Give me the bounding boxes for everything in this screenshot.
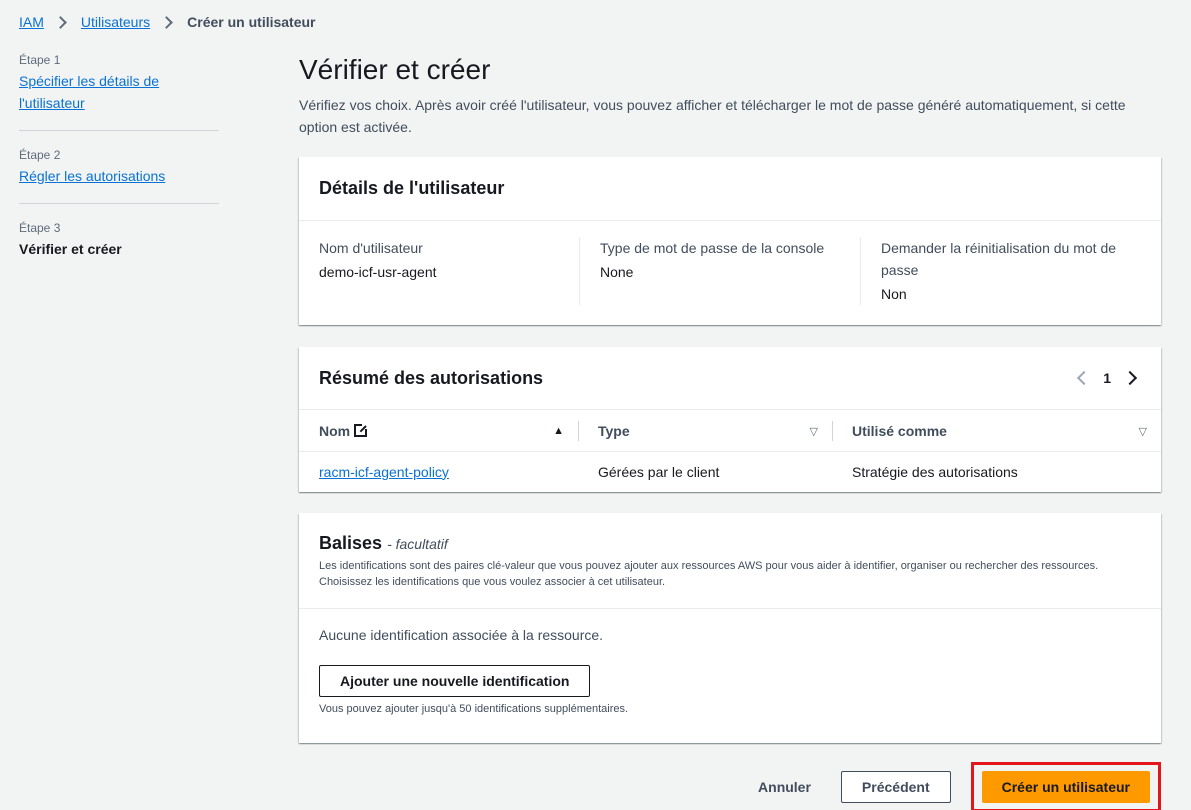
- optional-label: - facultatif: [387, 536, 448, 552]
- cell-used-as: Stratégie des autorisations: [852, 463, 1018, 480]
- column-header-name[interactable]: Nom ▲: [299, 409, 578, 452]
- sort-ascending-icon[interactable]: ▲: [553, 425, 564, 437]
- step-3-current: Vérifier et créer: [19, 241, 122, 257]
- step-2-link[interactable]: Régler les autorisations: [19, 165, 219, 187]
- permissions-table: Nom ▲ Type ▽ Utilisé comme ▽ racm-icf-ag…: [299, 409, 1161, 492]
- field-label: Type de mot de passe de la console: [600, 240, 825, 256]
- sort-icon[interactable]: ▽: [810, 425, 818, 438]
- panel-title: Résumé des autorisations: [319, 367, 544, 388]
- column-header-type[interactable]: Type ▽: [578, 409, 832, 452]
- chevron-right-icon[interactable]: [1122, 370, 1138, 386]
- panel-title: Détails de l'utilisateur: [299, 157, 1161, 221]
- page-title: Vérifier et créer: [299, 54, 491, 85]
- step-number: Étape 2: [19, 148, 61, 162]
- cancel-button[interactable]: Annuler: [748, 779, 821, 795]
- column-header-used-as[interactable]: Utilisé comme ▽: [832, 409, 1161, 452]
- breadcrumb-users[interactable]: Utilisateurs: [81, 14, 150, 30]
- table-row: racm-icf-agent-policy Gérées par le clie…: [299, 452, 1161, 492]
- step-2: Étape 2 Régler les autorisations: [19, 145, 219, 204]
- panel-title: Balises: [319, 533, 383, 553]
- column-label: Type: [598, 422, 630, 439]
- user-details-panel: Détails de l'utilisateur Nom d'utilisate…: [299, 157, 1161, 325]
- detail-password-reset: Demander la réinitialisation du mot de p…: [860, 237, 1141, 305]
- field-value: None: [600, 264, 634, 280]
- pagination: 1: [1077, 370, 1138, 386]
- policy-link[interactable]: racm-icf-agent-policy: [319, 464, 449, 480]
- step-number: Étape 1: [19, 53, 61, 67]
- column-label: Utilisé comme: [852, 422, 947, 439]
- page-description: Vérifiez vos choix. Après avoir créé l'u…: [299, 97, 1126, 135]
- field-label: Demander la réinitialisation du mot de p…: [881, 240, 1117, 278]
- main-content: Vérifier et créer Vérifiez vos choix. Ap…: [299, 52, 1161, 743]
- detail-username: Nom d'utilisateur demo-icf-usr-agent: [319, 237, 579, 305]
- tags-description: Les identifications sont des paires clé-…: [319, 560, 1099, 588]
- tags-limit-hint: Vous pouvez ajouter jusqu'à 50 identific…: [319, 703, 629, 715]
- wizard-footer: Annuler Précédent Créer un utilisateur: [748, 762, 1161, 810]
- wizard-steps: Étape 1 Spécifier les détails de l'utili…: [19, 50, 219, 290]
- step-1: Étape 1 Spécifier les détails de l'utili…: [19, 50, 219, 131]
- empty-tags-text: Aucune identification associée à la ress…: [319, 627, 604, 643]
- page-number[interactable]: 1: [1103, 370, 1111, 386]
- create-user-button[interactable]: Créer un utilisateur: [981, 771, 1150, 803]
- previous-button[interactable]: Précédent: [840, 771, 951, 803]
- step-3: Étape 3 Vérifier et créer: [19, 218, 219, 276]
- external-link-icon: [354, 422, 369, 437]
- chevron-right-icon: [160, 15, 174, 29]
- sort-icon[interactable]: ▽: [1139, 425, 1147, 438]
- breadcrumb: IAM Utilisateurs Créer un utilisateur: [19, 13, 316, 31]
- chevron-right-icon: [54, 15, 67, 29]
- chevron-left-icon[interactable]: [1077, 370, 1092, 386]
- permissions-summary-panel: Résumé des autorisations 1 Nom ▲ Type ▽: [299, 347, 1161, 492]
- field-value: Non: [881, 286, 907, 302]
- breadcrumb-current: Créer un utilisateur: [187, 14, 316, 30]
- cell-type: Gérées par le client: [598, 463, 720, 480]
- step-1-link[interactable]: Spécifier les détails de l'utilisateur: [19, 70, 219, 114]
- highlight-box: Créer un utilisateur: [970, 762, 1161, 810]
- detail-password-type: Type de mot de passe de la console None: [579, 237, 860, 305]
- field-value: demo-icf-usr-agent: [319, 264, 437, 280]
- column-label: Nom: [319, 422, 351, 439]
- step-number: Étape 3: [19, 221, 61, 235]
- add-tag-button[interactable]: Ajouter une nouvelle identification: [319, 665, 591, 697]
- breadcrumb-iam[interactable]: IAM: [19, 14, 44, 30]
- field-label: Nom d'utilisateur: [319, 240, 423, 256]
- tags-panel: Balises - facultatif Les identifications…: [299, 513, 1161, 743]
